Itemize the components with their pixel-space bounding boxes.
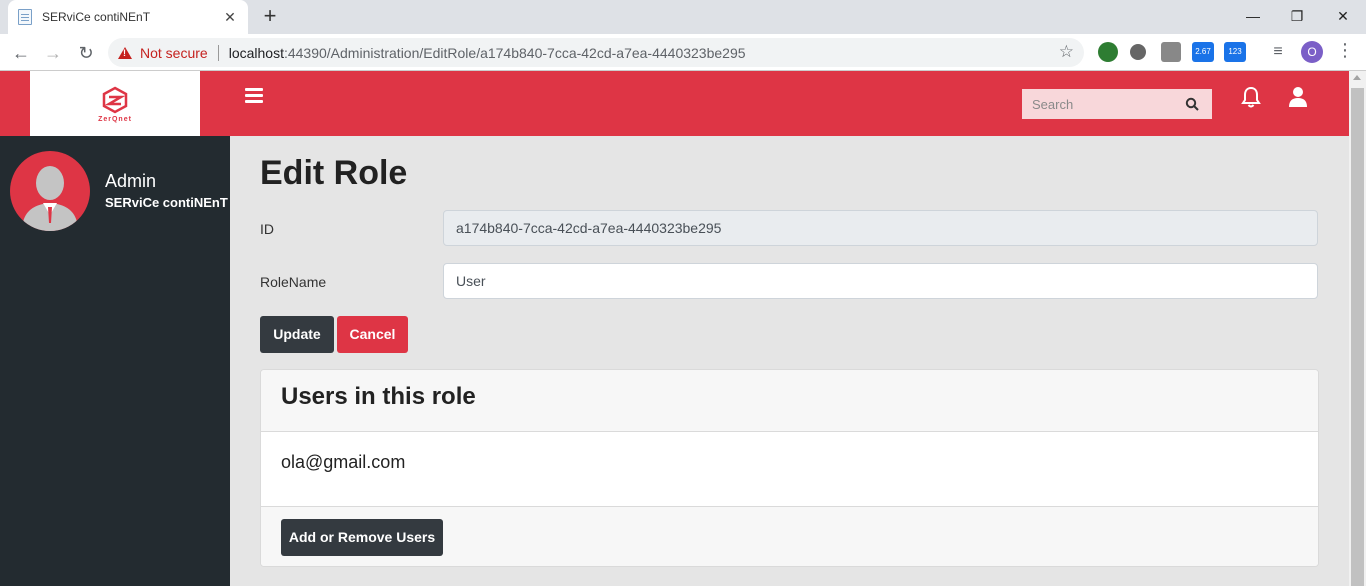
sidebar-user-org: SERviCe contiNEnT [105, 195, 228, 210]
window-minimize-button[interactable]: — [1230, 2, 1276, 30]
browser-toolbar: ← → ↻ Not secure localhost :44390/Admini… [0, 34, 1366, 71]
page-scrollbar[interactable] [1349, 71, 1366, 586]
user-avatar [10, 151, 90, 231]
users-in-role-card: Users in this role ola@gmail.com Add or … [260, 369, 1319, 567]
card-body: ola@gmail.com [261, 432, 1318, 506]
user-icon[interactable] [1287, 85, 1309, 109]
address-bar[interactable]: Not secure localhost :44390/Administrati… [108, 38, 1084, 67]
tab-title: SERviCe contiNEnT [42, 10, 151, 24]
url-host: localhost [228, 44, 284, 61]
search-icon[interactable] [1182, 94, 1202, 114]
add-remove-users-button[interactable]: Add or Remove Users [281, 519, 443, 556]
browser-tab[interactable]: SERviCe contiNEnT ✕ [8, 0, 248, 34]
extension-globe-icon[interactable] [1098, 42, 1118, 62]
page-favicon-icon [18, 9, 32, 25]
list-item: ola@gmail.com [281, 452, 406, 472]
extension-calendar-icon[interactable]: 123 [1224, 42, 1246, 62]
tab-close-icon[interactable]: ✕ [222, 9, 238, 26]
media-control-icon[interactable]: ≡ [1268, 42, 1288, 62]
sidebar-user-name: Admin [105, 171, 157, 191]
search-input[interactable] [1022, 89, 1182, 119]
security-indicator[interactable]: Not secure [140, 45, 208, 61]
scroll-up-arrow-icon[interactable] [1353, 75, 1361, 80]
top-navbar: ZerQnet [0, 71, 1349, 136]
rolename-label: RoleName [260, 274, 327, 290]
browser-tabstrip: SERviCe contiNEnT ✕ + — ❐ ✕ [0, 0, 1366, 34]
bell-icon[interactable] [1240, 85, 1262, 109]
browser-menu-icon[interactable]: ⋮ [1336, 40, 1354, 61]
search-box [1022, 89, 1212, 119]
extension-speed-icon[interactable]: 2.67 [1192, 42, 1214, 62]
avatar-silhouette-icon [22, 166, 78, 231]
extension-circle-icon[interactable] [1130, 44, 1146, 60]
new-tab-button[interactable]: + [258, 4, 282, 28]
update-button[interactable]: Update [260, 316, 334, 353]
card-title: Users in this role [281, 383, 476, 410]
forward-button[interactable]: → [40, 40, 66, 66]
card-header: Users in this role [261, 370, 1318, 432]
page-title: Edit Role [260, 154, 408, 192]
brand-text: ZerQnet [98, 115, 132, 123]
rolename-input[interactable]: User [443, 263, 1318, 299]
bookmark-star-icon[interactable]: ☆ [1059, 42, 1074, 62]
sidebar: Admin SERviCe contiNEnT [0, 136, 230, 586]
id-label: ID [260, 221, 274, 237]
cancel-button[interactable]: Cancel [337, 316, 408, 353]
url-path: :44390/Administration/EditRole/a174b840-… [283, 44, 746, 61]
profile-avatar[interactable]: O [1301, 41, 1323, 63]
reload-button[interactable]: ↻ [73, 40, 99, 66]
extension-quote-icon[interactable] [1161, 42, 1181, 62]
window-restore-button[interactable]: ❐ [1274, 2, 1320, 30]
back-button[interactable]: ← [8, 40, 34, 66]
scrollbar-thumb[interactable] [1351, 88, 1364, 586]
window-close-button[interactable]: ✕ [1320, 2, 1366, 30]
card-footer: Add or Remove Users [261, 506, 1318, 566]
brand-logo-icon [102, 86, 128, 113]
page-viewport: ZerQnet Admin S [0, 71, 1366, 586]
brand-logo[interactable]: ZerQnet [30, 71, 200, 136]
menu-toggle-icon[interactable] [245, 88, 263, 104]
warning-icon [118, 46, 132, 59]
id-field: a174b840-7cca-42cd-a7ea-4440323be295 [443, 210, 1318, 246]
omnibox-divider [217, 44, 219, 61]
